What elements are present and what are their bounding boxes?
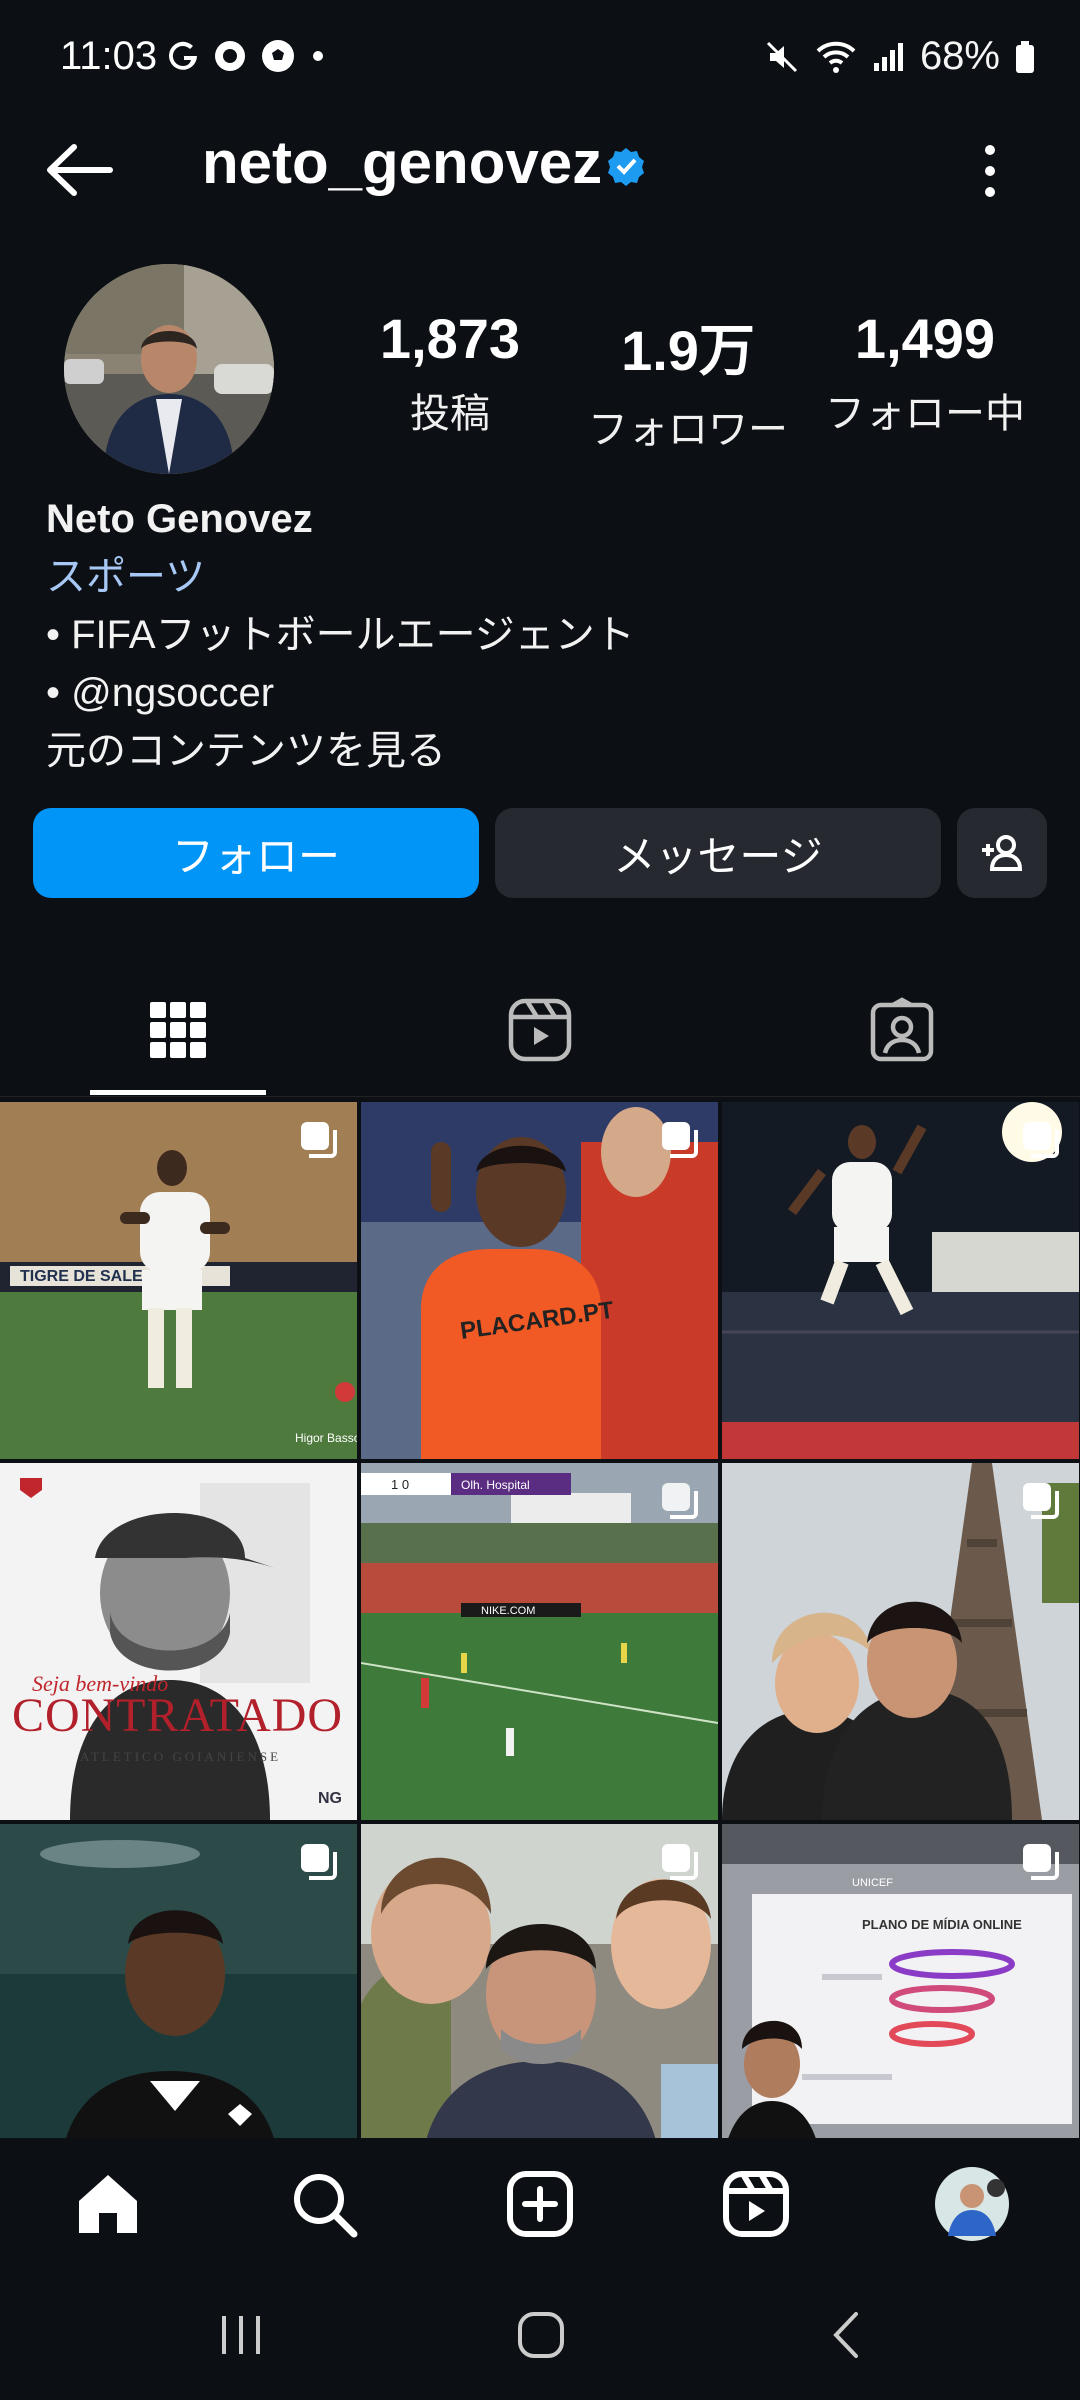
ad-board-text: TIGRE DE SALES <box>20 1268 154 1285</box>
add-person-icon <box>982 835 1023 871</box>
more-vertical-icon <box>985 145 995 197</box>
multiple-photos-icon <box>301 1122 337 1158</box>
post-thumbnail[interactable]: UNICEF PLANO DE MÍDIA ONLINE <box>722 1824 1079 2181</box>
multiple-photos-icon <box>662 1122 698 1158</box>
stat-followers-label: フォロワー <box>588 408 788 452</box>
signal-icon <box>873 42 903 71</box>
multiple-photos-icon <box>662 1483 698 1519</box>
multiple-photos-icon <box>1023 1122 1059 1158</box>
profile-avatar[interactable] <box>64 264 274 474</box>
post-thumbnail[interactable]: NIKE.COM 1 0 Olh. Hospital <box>361 1463 718 1820</box>
ng-logo-text: NG <box>318 1790 342 1807</box>
bottom-navigation-bar <box>0 2138 1080 2268</box>
post-thumbnail[interactable] <box>361 1824 718 2181</box>
post-thumbnail[interactable] <box>0 1824 357 2181</box>
battery-percent: 68% <box>919 34 1000 78</box>
profile-username: neto_genovez <box>202 129 603 196</box>
reels-icon <box>723 2171 789 2237</box>
message-button[interactable]: メッセージ <box>495 808 941 898</box>
arrow-left-icon <box>47 144 113 196</box>
profile-category[interactable]: スポーツ <box>46 548 635 606</box>
multiple-photos-icon <box>1023 1483 1059 1519</box>
status-left-icons <box>166 38 328 74</box>
dot-icon <box>313 51 323 61</box>
stat-following[interactable]: 1,499 フォロー中 <box>805 306 1045 439</box>
ad-board-text: NIKE.COM <box>481 1605 535 1617</box>
stat-posts-value: 1,873 <box>379 307 521 370</box>
post-thumbnail[interactable]: PLACARD.PT <box>361 1102 718 1459</box>
reels-icon <box>508 998 572 1062</box>
nav-profile[interactable] <box>932 2164 1012 2244</box>
multiple-photos-icon <box>301 1844 337 1880</box>
battery-icon <box>1016 40 1034 73</box>
nav-home[interactable] <box>68 2164 148 2244</box>
active-tab-indicator <box>90 1090 266 1095</box>
home-circle-icon[interactable] <box>514 2308 568 2362</box>
stat-posts-label: 投稿 <box>410 392 490 436</box>
stat-followers-value: 1.9万 <box>621 319 755 382</box>
stat-followers[interactable]: 1.9万 フォロワー <box>568 306 808 455</box>
post-thumbnail[interactable]: Seja bem-vindo CONTRATADO ATLETICO GOIAN… <box>0 1463 357 1820</box>
brand-logo-text: UNICEF <box>852 1877 893 1889</box>
tab-posts-grid[interactable] <box>118 990 238 1070</box>
stat-posts[interactable]: 1,873 投稿 <box>330 306 570 439</box>
home-icon <box>79 2175 137 2233</box>
stat-following-value: 1,499 <box>854 307 996 370</box>
profile-name: Neto Genovez <box>46 497 313 541</box>
tagged-person-icon <box>870 997 934 1062</box>
search-icon <box>294 2174 358 2238</box>
system-navigation-bar <box>0 2268 1080 2400</box>
status-bar: 11:03 68% <box>0 0 1080 120</box>
back-chevron-icon[interactable] <box>826 2308 866 2362</box>
post-thumbnail[interactable]: TIGRE DE SALES Higor Basso <box>0 1102 357 1459</box>
scoreboard-score: 1 0 <box>391 1477 409 1492</box>
post-thumbnail[interactable] <box>722 1463 1079 1820</box>
stat-following-label: フォロー中 <box>825 392 1025 436</box>
multiple-photos-icon <box>1023 1844 1059 1880</box>
profile-bio: Neto Genovez スポーツ • FIFAフットボールエージェント • @… <box>46 490 635 780</box>
suggested-users-button[interactable] <box>957 808 1047 898</box>
profile-avatar <box>935 2167 1009 2241</box>
bio-line: • FIFAフットボールエージェント <box>46 613 635 657</box>
multiple-photos-icon <box>662 1844 698 1880</box>
notification-icon <box>215 41 245 71</box>
tab-tagged[interactable] <box>842 990 962 1070</box>
google-icon <box>169 41 197 70</box>
wifi-icon <box>816 41 856 73</box>
create-icon <box>507 2171 573 2237</box>
bio-line-mention[interactable]: • @ngsoccer <box>46 664 635 722</box>
more-options-button[interactable] <box>970 136 1010 206</box>
back-button[interactable] <box>40 135 120 205</box>
see-original-link[interactable]: 元のコンテンツを見る <box>46 722 635 780</box>
club-name-text: ATLETICO GOIANIENSE <box>80 1749 281 1764</box>
scoreboard-team: Olh. Hospital <box>461 1478 530 1492</box>
status-right-icons: 68% <box>764 34 1036 79</box>
photo-watermark: Higor Basso <box>295 1431 357 1445</box>
nav-create[interactable] <box>500 2164 580 2244</box>
post-image: Seja bem-vindo CONTRATADO ATLETICO GOIAN… <box>0 1463 357 1820</box>
tab-reels[interactable] <box>480 990 600 1070</box>
nav-reels[interactable] <box>716 2164 796 2244</box>
slide-title-text: PLANO DE MÍDIA ONLINE <box>862 1917 1022 1932</box>
tabs-divider <box>0 1096 1080 1097</box>
recents-icon[interactable] <box>216 2310 266 2360</box>
status-time: 11:03 <box>60 34 158 78</box>
mute-icon <box>766 41 797 72</box>
follow-button[interactable]: フォロー <box>33 808 479 898</box>
avatar-photo <box>64 264 274 474</box>
verified-badge-icon <box>608 148 644 186</box>
grid-icon <box>150 1002 206 1058</box>
nav-search[interactable] <box>284 2164 364 2244</box>
soccer-ball-icon <box>262 40 294 72</box>
post-thumbnail[interactable] <box>722 1102 1079 1459</box>
contratado-banner: CONTRATADO <box>12 1689 342 1742</box>
